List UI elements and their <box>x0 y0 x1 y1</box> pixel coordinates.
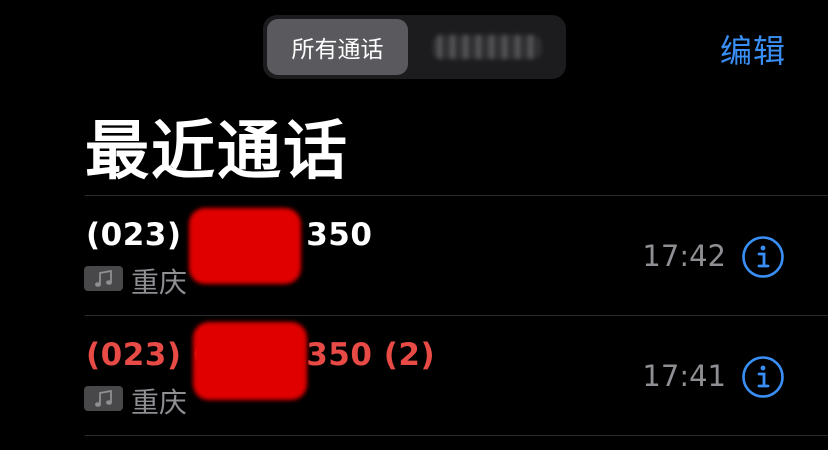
call-filter-segmented-control: 所有通话 <box>263 15 566 79</box>
missed-calls-segment[interactable] <box>433 35 541 59</box>
music-note-icon <box>84 386 123 411</box>
call-time: 17:42 <box>642 239 726 273</box>
call-row[interactable]: (023) 6 350 重庆 17:42 <box>0 195 828 315</box>
call-location: 重庆 <box>131 386 188 419</box>
redaction-mark <box>193 322 307 400</box>
page-title: 最近通话 <box>85 115 349 189</box>
redaction-mark <box>189 208 301 284</box>
call-row[interactable]: (023) 6 350 (2) 重庆 17:41 <box>0 315 828 435</box>
info-circle-icon[interactable] <box>741 235 785 279</box>
all-calls-segment[interactable]: 所有通话 <box>267 19 408 75</box>
call-time: 17:41 <box>642 359 726 393</box>
edit-button[interactable]: 编辑 <box>720 26 786 72</box>
music-note-icon <box>84 266 123 291</box>
info-circle-icon[interactable] <box>741 355 785 399</box>
call-location: 重庆 <box>131 266 188 299</box>
divider <box>85 435 828 436</box>
